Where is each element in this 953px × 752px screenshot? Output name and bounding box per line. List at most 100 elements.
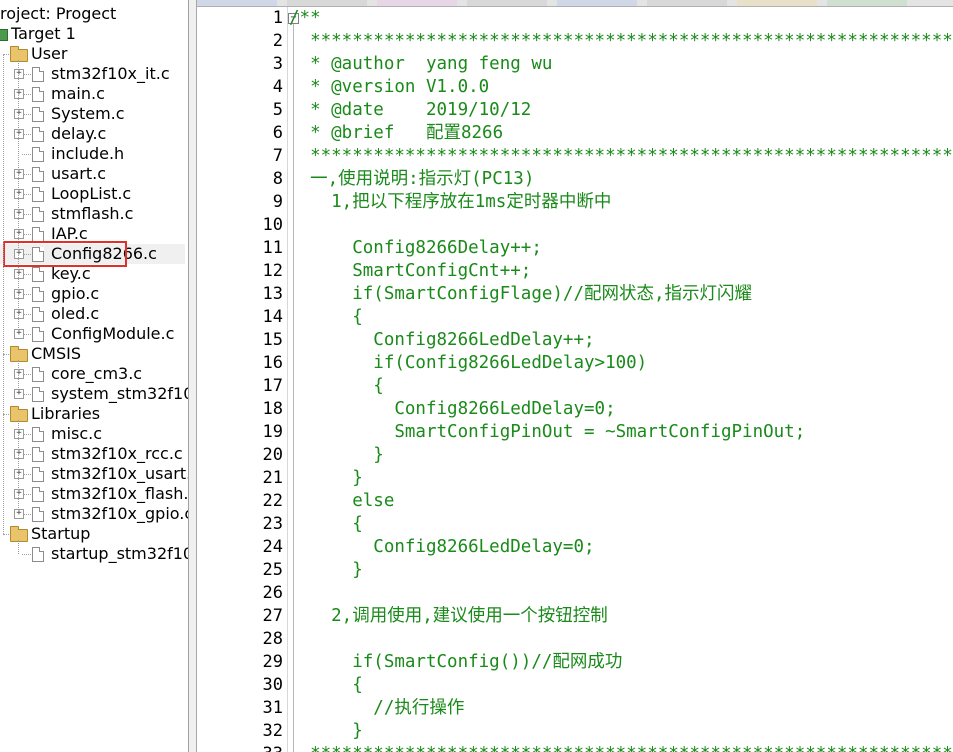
line-number: 1 [272, 8, 283, 28]
file-tab[interactable] [377, 0, 457, 6]
c-file-icon [32, 307, 44, 322]
code-line[interactable]: SmartConfigCnt++; [289, 260, 531, 283]
file-label: gpio.c [51, 284, 100, 303]
expand-plus-icon[interactable]: + [14, 169, 24, 179]
code-line[interactable]: * @brief 配置8266 [289, 122, 503, 145]
code-line[interactable]: SmartConfigPinOut = ~SmartConfigPinOut; [289, 421, 805, 444]
file-tab[interactable] [467, 0, 547, 6]
c-file-icon [32, 287, 44, 302]
expand-plus-icon[interactable]: + [14, 309, 24, 319]
code-line[interactable]: Config8266Delay++; [289, 237, 542, 260]
code-line[interactable]: Config8266LedDelay++; [289, 329, 594, 352]
splitter[interactable] [189, 0, 197, 752]
expand-plus-icon[interactable]: + [14, 329, 24, 339]
folder-open-icon [10, 406, 28, 422]
project-panel: roject: Progect Target 1 User + stm32f10x_it… [0, 0, 189, 752]
line-number: 29 [262, 652, 283, 672]
expand-plus-icon[interactable]: + [14, 129, 24, 139]
c-file-icon [32, 487, 44, 502]
c-file-icon [32, 467, 44, 482]
expand-plus-icon[interactable]: + [14, 109, 24, 119]
line-number: 28 [262, 629, 283, 649]
code-line[interactable]: Config8266LedDelay=0; [289, 536, 594, 559]
file-label: include.h [51, 144, 125, 163]
code-line[interactable]: * @author yang feng wu [289, 53, 552, 76]
code-line[interactable]: if(SmartConfig())//配网成功 [289, 651, 622, 674]
expand-plus-icon[interactable]: + [14, 469, 24, 479]
code-line[interactable]: ****************************************… [289, 30, 953, 53]
code-line[interactable]: } [289, 467, 363, 490]
expand-plus-icon[interactable]: + [14, 509, 24, 519]
file-tab[interactable] [647, 0, 727, 6]
group-node-user[interactable] [0, 44, 188, 64]
file-label: usart.c [51, 164, 107, 183]
expand-plus-icon[interactable]: + [14, 69, 24, 79]
expand-plus-icon[interactable]: + [14, 269, 24, 279]
line-number: 9 [272, 192, 283, 212]
project-label: roject: Progect [0, 4, 117, 23]
line-number: 15 [262, 330, 283, 350]
tree-connector [22, 154, 31, 155]
code-line[interactable]: if(Config8266LedDelay>100) [289, 352, 647, 375]
expand-plus-icon[interactable]: + [14, 89, 24, 99]
file-tab[interactable] [197, 0, 277, 6]
expand-plus-icon[interactable]: + [14, 369, 24, 379]
expand-plus-icon[interactable]: + [14, 429, 24, 439]
expand-plus-icon[interactable]: + [14, 289, 24, 299]
code-line[interactable]: /** [289, 7, 321, 30]
file-label: system_stm32f10x.c [51, 384, 188, 403]
line-number: 16 [262, 353, 283, 373]
file-tab[interactable] [287, 0, 367, 6]
line-number: 33 [197, 743, 283, 752]
group-node-cmsis[interactable] [0, 344, 188, 364]
line-number: 6 [272, 123, 283, 143]
file-tab[interactable] [737, 0, 817, 6]
line-number: 21 [262, 468, 283, 488]
group-node-startup[interactable] [0, 524, 188, 544]
code-line[interactable]: } [289, 720, 363, 743]
code-line[interactable]: ****************************************… [289, 743, 953, 752]
folder-open-icon [10, 346, 28, 362]
expand-plus-icon[interactable]: + [14, 209, 24, 219]
code-line[interactable]: 一,使用说明:指示灯(PC13) [289, 168, 534, 191]
code-line[interactable]: { [289, 375, 384, 398]
line-number: 5 [272, 100, 283, 120]
code-line[interactable]: { [289, 306, 363, 329]
line-number: 31 [262, 698, 283, 718]
code-editor[interactable]: − 1/** 2 ********************************… [197, 7, 953, 752]
file-label: ConfigModule.c [51, 324, 175, 343]
c-file-icon [32, 227, 44, 242]
file-tab[interactable] [557, 0, 637, 6]
expand-plus-icon[interactable]: + [14, 229, 24, 239]
c-file-icon [32, 207, 44, 222]
expand-plus-icon[interactable]: + [14, 489, 24, 499]
code-line[interactable]: * @date 2019/10/12 [289, 99, 531, 122]
file-label: core_cm3.c [51, 364, 143, 383]
file-label: stm32f10x_flash.c [51, 484, 189, 503]
code-line[interactable]: * @version V1.0.0 [289, 76, 489, 99]
expand-plus-icon[interactable]: + [14, 189, 24, 199]
code-line[interactable]: Config8266LedDelay=0; [289, 398, 615, 421]
line-number: 3 [272, 54, 283, 74]
code-line[interactable]: } [289, 559, 363, 582]
code-line[interactable]: if(SmartConfigFlage)//配网状态,指示灯闪耀 [289, 283, 752, 306]
code-line[interactable]: ****************************************… [289, 145, 953, 168]
code-line[interactable]: { [289, 674, 363, 697]
tree-guide [18, 60, 19, 334]
file-label: stmflash.c [51, 204, 134, 223]
file-tab[interactable] [827, 0, 907, 6]
code-line[interactable]: else [289, 490, 394, 513]
group-label: User [31, 44, 68, 63]
code-line[interactable]: } [289, 444, 384, 467]
code-line[interactable]: //执行操作 [289, 697, 464, 720]
line-number: 18 [262, 399, 283, 419]
code-line[interactable]: 1,把以下程序放在1ms定时器中断中 [289, 191, 611, 214]
line-number: 14 [262, 307, 283, 327]
editor-tab-strip[interactable] [197, 0, 953, 7]
c-file-icon [32, 447, 44, 462]
line-number: 22 [262, 491, 283, 511]
code-line[interactable]: { [289, 513, 363, 536]
expand-plus-icon[interactable]: + [14, 389, 24, 399]
code-line[interactable]: 2,调用使用,建议使用一个按钮控制 [289, 605, 608, 628]
expand-plus-icon[interactable]: + [14, 449, 24, 459]
